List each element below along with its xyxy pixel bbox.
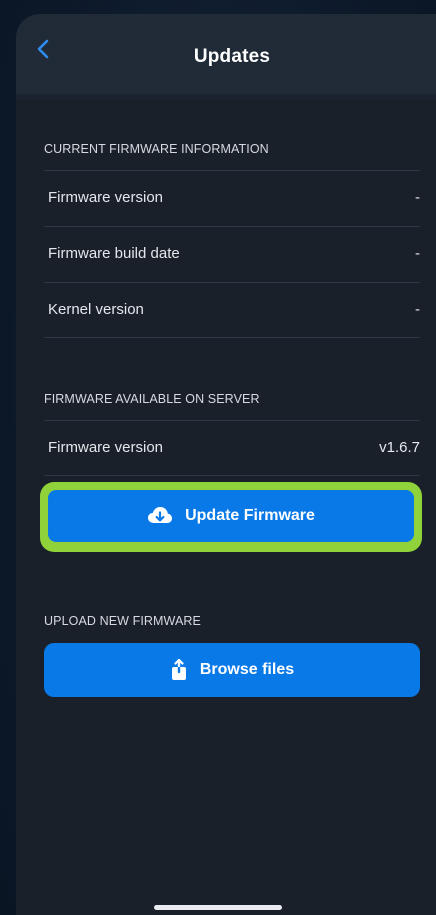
updates-content: CURRENT FIRMWARE INFORMATION Firmware ve… bbox=[16, 100, 436, 915]
row-value: v1.6.7 bbox=[379, 439, 420, 456]
row-firmware-build-date: Firmware build date - bbox=[44, 226, 420, 282]
update-firmware-button[interactable]: Update Firmware bbox=[48, 490, 414, 542]
cloud-download-icon bbox=[147, 506, 173, 526]
section-title-server-firmware: FIRMWARE AVAILABLE ON SERVER bbox=[44, 392, 260, 406]
section-title-upload-firmware: UPLOAD NEW FIRMWARE bbox=[44, 614, 201, 628]
row-value: - bbox=[415, 245, 420, 262]
browse-files-button[interactable]: Browse files bbox=[44, 643, 420, 697]
browse-files-label: Browse files bbox=[199, 661, 295, 678]
row-server-firmware-version: Firmware version v1.6.7 bbox=[44, 420, 420, 476]
updates-sheet: Updates CURRENT FIRMWARE INFORMATION Fir… bbox=[16, 14, 436, 915]
update-firmware-label: Update Firmware bbox=[185, 507, 315, 524]
row-value: - bbox=[415, 189, 420, 206]
row-label: Firmware version bbox=[48, 189, 164, 206]
row-label: Firmware build date bbox=[48, 245, 180, 262]
share-upload-icon bbox=[170, 659, 188, 681]
home-indicator[interactable] bbox=[154, 905, 282, 910]
row-kernel-version: Kernel version - bbox=[44, 282, 420, 338]
row-value: - bbox=[415, 301, 420, 318]
update-button-highlight: Update Firmware bbox=[40, 482, 422, 552]
row-label: Kernel version bbox=[48, 301, 144, 318]
page-title: Updates bbox=[193, 46, 271, 67]
section-title-current-firmware: CURRENT FIRMWARE INFORMATION bbox=[44, 142, 269, 156]
row-current-firmware-version: Firmware version - bbox=[44, 170, 420, 226]
row-label: Firmware version bbox=[48, 439, 164, 456]
